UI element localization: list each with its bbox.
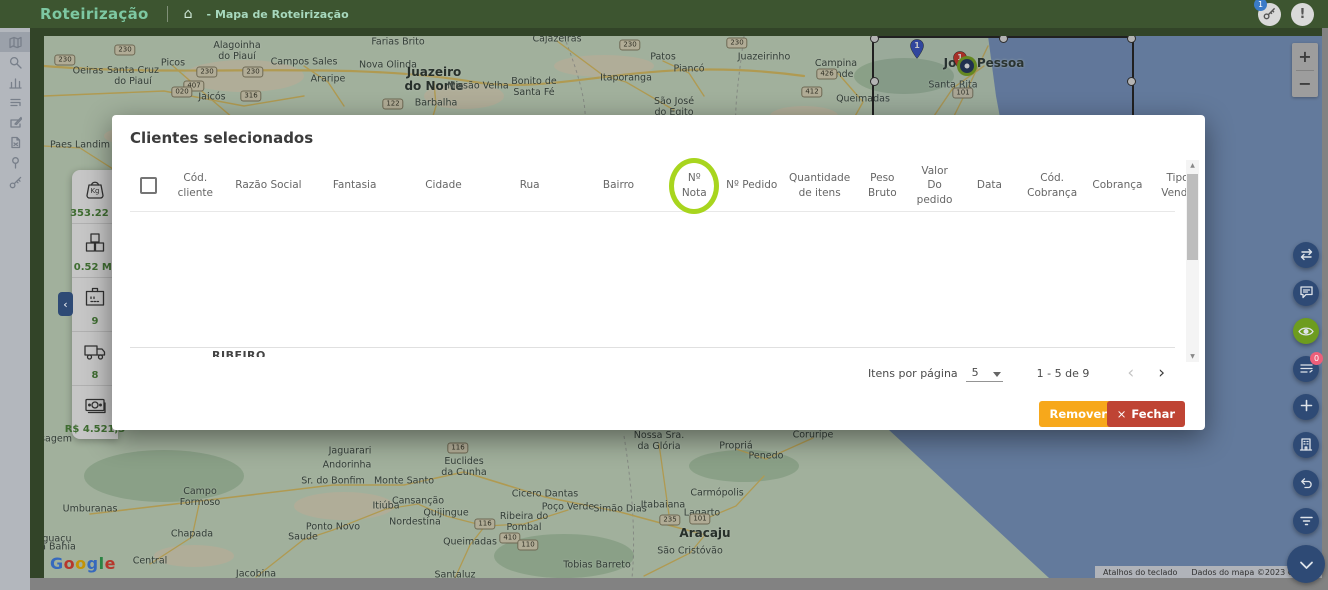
column-header-data[interactable]: Data [961,178,1018,192]
table-bottom-border [130,347,1175,348]
scroll-down-icon[interactable]: ▼ [1186,353,1199,360]
filter-button[interactable] [1293,508,1319,534]
visibility-icon [1298,322,1314,341]
column-header-nº-nota[interactable]: Nº Nota [668,171,720,199]
column-header-rua[interactable]: Rua [490,178,568,192]
route-list-button[interactable]: 0 [1293,356,1319,382]
file-icon [9,136,22,149]
filter-icon [1299,512,1314,531]
add-button[interactable] [1293,394,1319,420]
close-button[interactable]: ×Fechar [1107,401,1185,427]
chart-icon [9,76,22,89]
top-bar: Roteirização ⌂ - Mapa de Roteirização 1 … [0,0,1328,28]
scrollbar-thumb[interactable] [1187,174,1198,260]
selected-clients-modal: Clientes selecionados Cód. clienteRazão … [112,115,1205,430]
sidebar-item-edit[interactable] [0,112,30,132]
pagination-range: 1 - 5 de 9 [1037,367,1090,380]
column-header-c-d-cliente[interactable]: Cód. cliente [167,171,224,199]
notification-badge: 1 [1254,0,1267,11]
exclamation-icon: ! [1300,7,1306,22]
chevron-down-icon [993,372,1001,377]
count-badge: 0 [1310,352,1323,365]
sidebar-item-chart[interactable] [0,72,30,92]
home-icon[interactable]: ⌂ [184,7,193,21]
app-root: { "topbar": { "brand": "Roteirização", "… [0,0,1328,590]
column-header-nº-pedido[interactable]: Nº Pedido [720,178,783,192]
company-icon [1299,436,1313,455]
topbar-divider [167,6,168,22]
scroll-up-icon[interactable]: ▲ [1186,162,1199,169]
swap-horizontal-icon [1299,246,1314,265]
alerts-button[interactable]: ! [1291,3,1314,26]
left-sidebar [0,28,30,590]
sidebar-item-routes[interactable] [0,92,30,112]
topbar-actions: 1 ! [1258,3,1314,26]
collapse-button[interactable] [1287,545,1325,583]
sidebar-item-map[interactable] [0,32,30,52]
previous-page-button[interactable]: ‹ [1115,365,1146,382]
add-icon [1299,398,1314,417]
column-header-bairro[interactable]: Bairro [569,178,668,192]
remove-button[interactable]: Remover [1039,401,1117,427]
sidebar-item-file[interactable] [0,132,30,152]
collapse-icon [1298,555,1315,574]
company-button[interactable] [1293,432,1319,458]
modal-title: Clientes selecionados [130,129,313,147]
column-header-c-d-cobran-a[interactable]: Cód. Cobrança [1018,171,1086,199]
modal-scrollbar[interactable]: ▲ ▼ [1186,160,1199,362]
items-per-page-value: 5 [972,366,979,379]
column-header-valor-do-pedido[interactable]: Valor Do pedido [908,164,960,207]
key-icon [9,176,22,189]
sidebar-item-key[interactable] [0,172,30,192]
chat-icon [1299,284,1314,303]
sidebar-item-pin[interactable] [0,152,30,172]
highlight-ring [669,158,719,214]
next-page-button[interactable]: › [1146,365,1177,382]
sidebar-item-search[interactable] [0,52,30,72]
table-header-row: Cód. clienteRazão SocialFantasiaCidadeRu… [130,160,1175,212]
undo-button[interactable] [1293,470,1319,496]
map-icon [9,36,22,49]
column-header-cidade[interactable]: Cidade [396,178,490,192]
breadcrumb: - Mapa de Roteirização [207,8,349,21]
settings-key-button[interactable]: 1 [1258,3,1281,26]
items-per-page-select[interactable]: 5 [966,366,1003,382]
column-header-raz-o-social[interactable]: Razão Social [224,178,313,192]
undo-icon [1299,474,1314,493]
pin-icon [9,156,22,169]
routes-icon [9,96,22,109]
edit-icon [9,116,22,129]
select-all-checkbox[interactable] [140,177,157,194]
app-title: Roteirização [40,5,149,23]
column-header-peso-bruto[interactable]: Peso Bruto [856,171,908,199]
pagination-bar: Itens por página 5 1 - 5 de 9 ‹ › [868,365,1177,382]
items-per-page-label: Itens por página [868,367,958,380]
swap-horizontal-button[interactable] [1293,242,1319,268]
search-icon [9,56,22,69]
close-icon: × [1117,407,1127,421]
column-header-fantasia[interactable]: Fantasia [313,178,397,192]
table-row: RIBEIRO [212,349,266,357]
column-header-quantidade-de-itens[interactable]: Quantidade de itens [783,171,856,199]
panel-collapse-button[interactable]: ‹ [58,292,73,316]
visibility-button[interactable] [1293,318,1319,344]
chat-button[interactable] [1293,280,1319,306]
column-header-cobran-a[interactable]: Cobrança [1086,178,1149,192]
